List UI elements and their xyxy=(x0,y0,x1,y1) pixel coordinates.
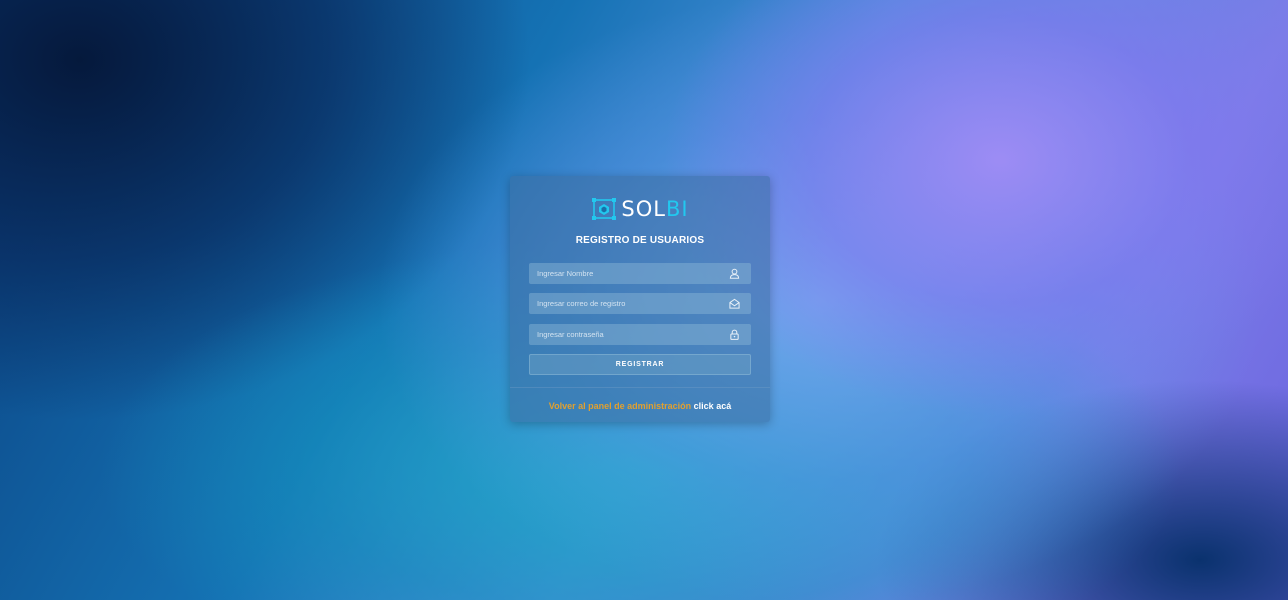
email-input[interactable] xyxy=(529,293,719,314)
logo-text: SOLBI xyxy=(621,197,688,221)
password-input[interactable] xyxy=(529,324,719,345)
register-card: SOLBI REGISTRO DE USUARIOS REGISTRAR Vol… xyxy=(510,176,770,422)
password-field[interactable] xyxy=(529,324,751,345)
register-button[interactable]: REGISTRAR xyxy=(529,354,751,375)
envelope-icon xyxy=(729,298,740,309)
back-to-admin-text: Volver al panel de administración xyxy=(548,401,692,411)
logo: SOLBI xyxy=(510,196,770,222)
click-here-link[interactable]: click acá xyxy=(694,401,732,411)
divider xyxy=(510,387,770,388)
lock-icon xyxy=(730,329,739,340)
name-input[interactable] xyxy=(529,263,719,284)
email-field[interactable] xyxy=(529,293,751,314)
user-icon xyxy=(729,268,740,279)
logo-text-part1: SOL xyxy=(621,197,666,221)
logo-icon xyxy=(592,198,617,220)
footer: Volver al panel de administración click … xyxy=(510,401,770,411)
name-field[interactable] xyxy=(529,263,751,284)
form-title: REGISTRO DE USUARIOS xyxy=(575,235,705,246)
logo-text-part2: BI xyxy=(665,197,689,221)
